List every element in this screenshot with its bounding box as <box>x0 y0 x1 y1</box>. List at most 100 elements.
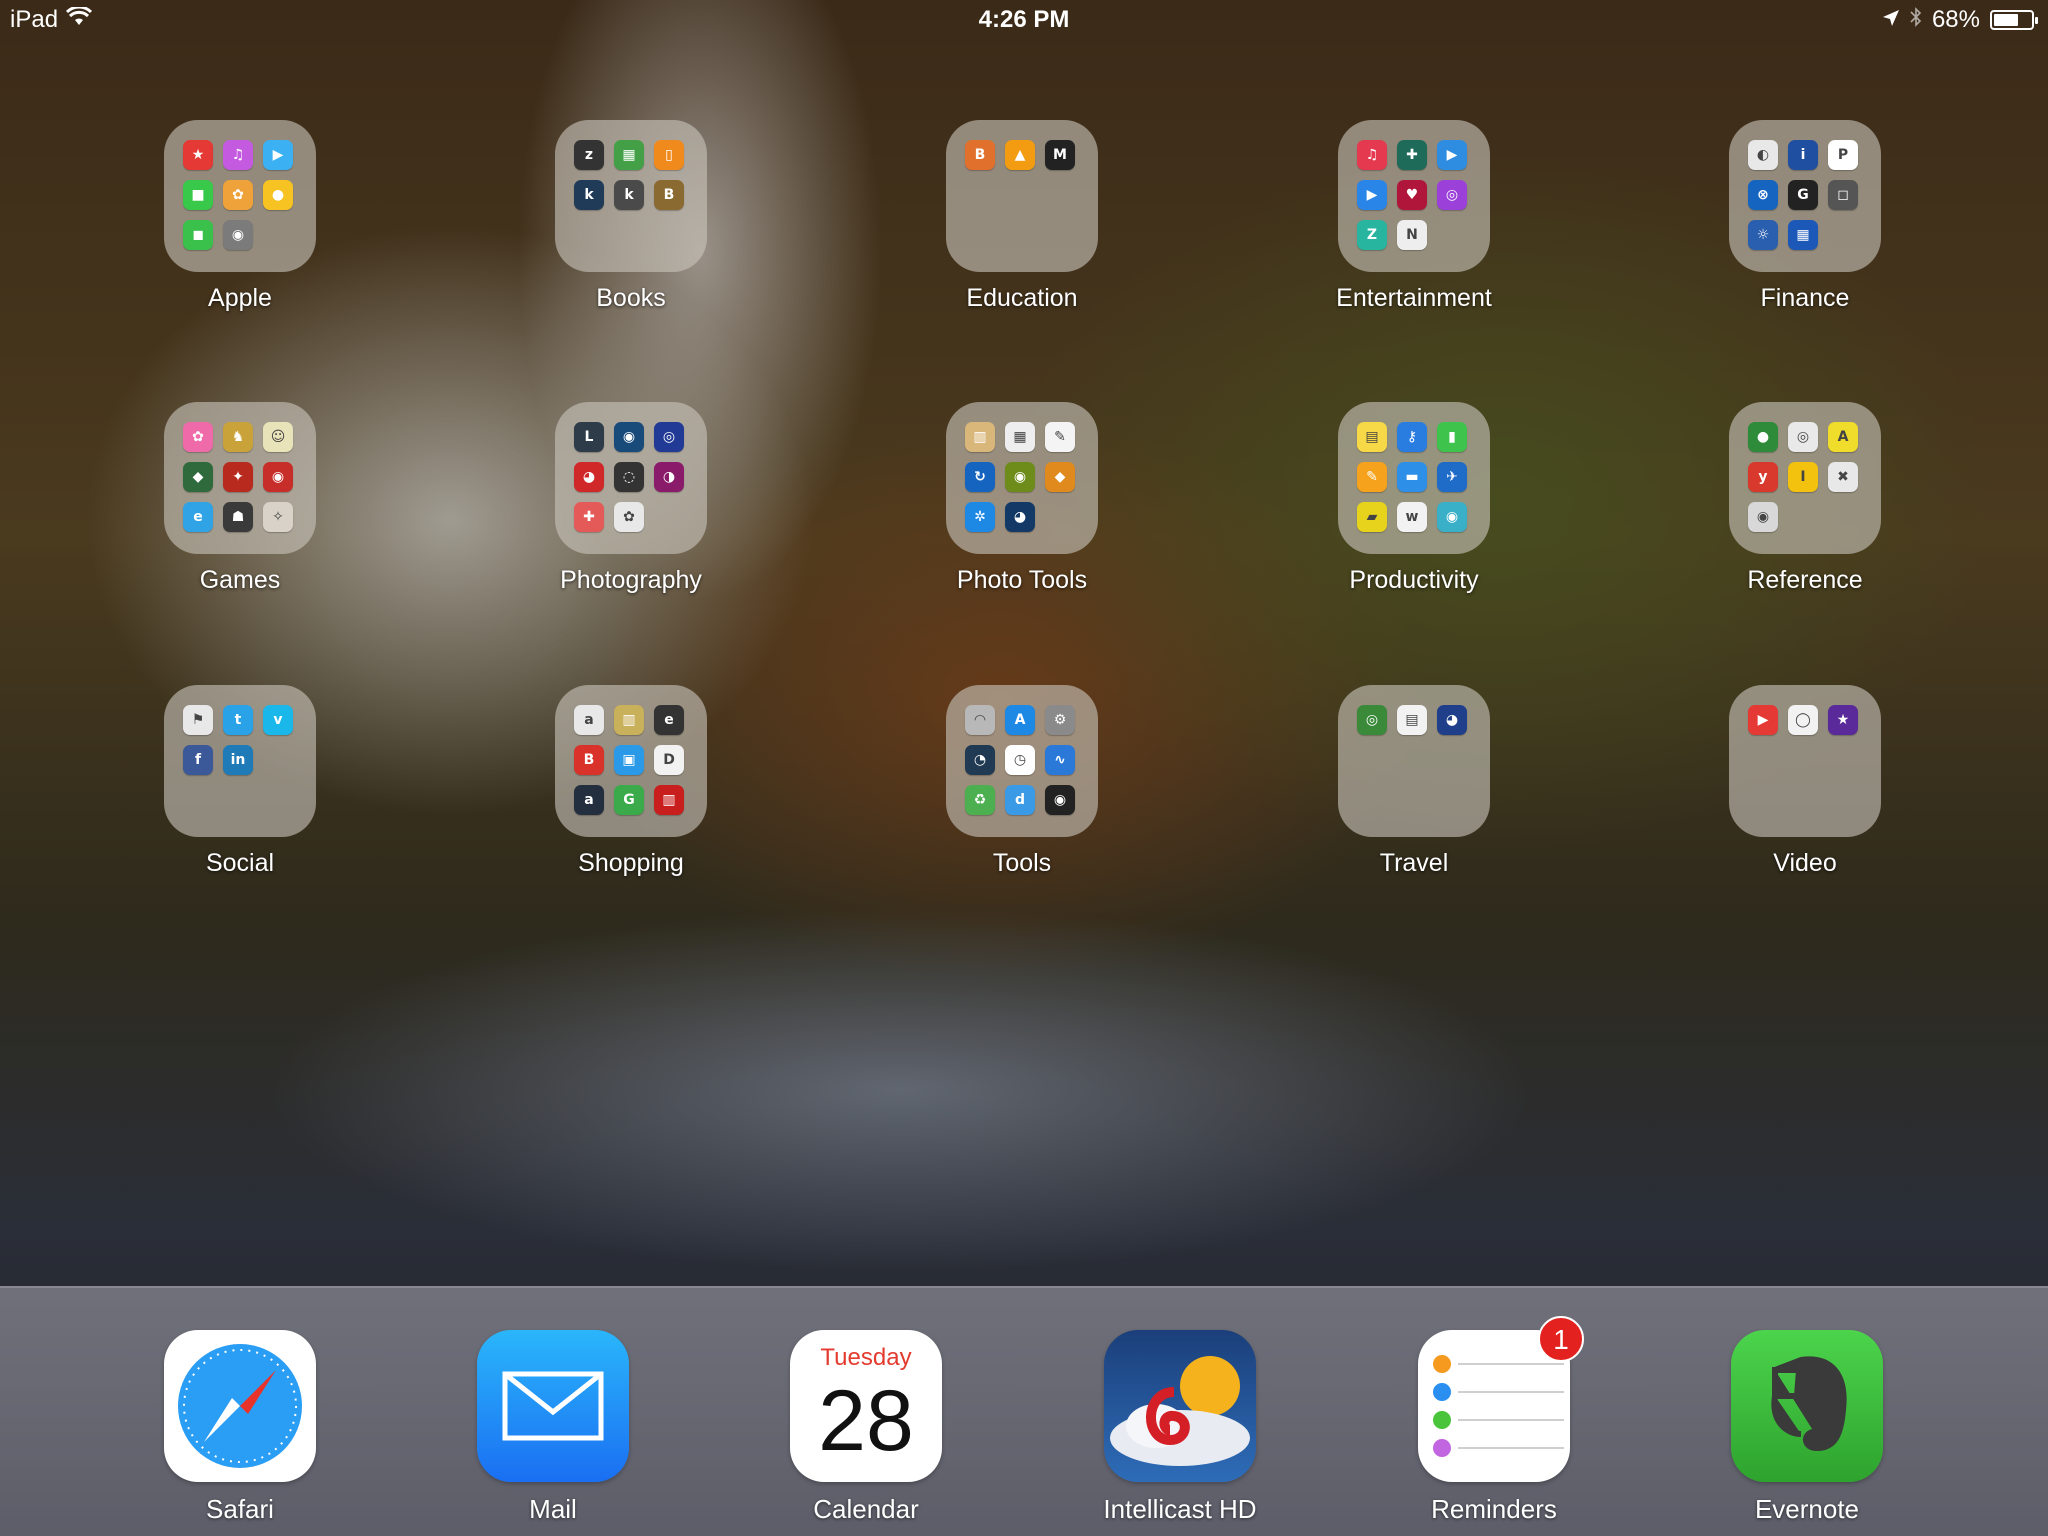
dock-app-calendar[interactable]: Tuesday 28 Calendar <box>790 1330 942 1530</box>
app-icon: v <box>263 705 293 735</box>
app-icon: ✈ <box>1437 462 1467 492</box>
folder-books[interactable]: z ▦ ▯ k k B Books <box>519 120 719 320</box>
app-icon: ↻ <box>965 462 995 492</box>
folder-productivity[interactable]: ▤ ⚷ ▮ ✎ ▬ ✈ ▰ w ◉ Productivity <box>1302 402 1502 602</box>
app-icon: ▯ <box>654 140 684 170</box>
app-icon: ◉ <box>223 220 253 250</box>
app-icon: ♫ <box>223 140 253 170</box>
dock-app-reminders[interactable]: 1 Reminders <box>1418 1316 1584 1530</box>
app-icon: ◑ <box>654 462 684 492</box>
folder-preview: a ▥ e B ▣ Da G ▥ <box>555 685 707 837</box>
app-icon: ◉ <box>1748 502 1778 532</box>
folder-photography[interactable]: L ◉ ◎ ◕ ◌ ◑ ✚ ✿ Photography <box>519 402 719 602</box>
app-icon: in <box>223 745 253 775</box>
app-icon: ♥ <box>1397 180 1427 210</box>
dock-app-intellicast[interactable]: Intellicast HD <box>1103 1330 1257 1530</box>
folder-preview: ● ◎ Ay I ✖ ◉ <box>1729 402 1881 554</box>
dock-app-evernote[interactable]: Evernote <box>1731 1330 1883 1530</box>
app-icon: ▥ <box>614 705 644 735</box>
app-icon: ✚ <box>574 502 604 532</box>
app-icon: ✎ <box>1357 462 1387 492</box>
app-icon: ☺ <box>263 422 293 452</box>
app-icon: ◕ <box>574 462 604 492</box>
folder-games[interactable]: ✿ ♞ ☺ ◆ ✦ ◉ e ☗ ✧ Games <box>128 402 328 602</box>
folder-preview: ✿ ♞ ☺ ◆ ✦ ◉ e ☗ ✧ <box>164 402 316 554</box>
app-icon: k <box>614 180 644 210</box>
app-icon: ◕ <box>1005 502 1035 532</box>
folder-tools[interactable]: ◠ A ⚙ ◔ ◷ ∿ ♻ d ◉ Tools <box>910 685 1110 885</box>
folder-preview: ♫ ✚ ▶ ▶ ♥ ◎ Z N <box>1338 120 1490 272</box>
app-icon: ✎ <box>1045 422 1075 452</box>
app-icon: ◎ <box>1788 422 1818 452</box>
folder-label: Travel <box>1379 849 1449 877</box>
app-icon: k <box>574 180 604 210</box>
folder-reference[interactable]: ● ◎ Ay I ✖ ◉ Reference <box>1693 402 1893 602</box>
app-icon: ▰ <box>1357 502 1387 532</box>
app-icon: i <box>1788 140 1818 170</box>
app-icon: Z <box>1357 220 1387 250</box>
dock-label-mail: Mail <box>529 1494 577 1524</box>
app-icon: ⚷ <box>1397 422 1427 452</box>
notification-badge: 1 <box>1538 1316 1584 1362</box>
folder-entertainment[interactable]: ♫ ✚ ▶ ▶ ♥ ◎ Z N Entertainment <box>1302 120 1502 320</box>
app-icon: ✿ <box>614 502 644 532</box>
folder-label: Books <box>596 284 666 312</box>
folder-label: Reference <box>1747 566 1863 594</box>
app-icon: ▲ <box>1005 140 1035 170</box>
app-icon: e <box>183 502 213 532</box>
app-icon: ▤ <box>1397 705 1427 735</box>
folder-preview: ◎ ▤ ◕ <box>1338 685 1490 837</box>
folder-apple[interactable]: ★ ♫ ▶ ■ ✿ ● ◼ ◉ Apple <box>128 120 328 320</box>
app-icon: ◉ <box>1437 502 1467 532</box>
folder-preview: ▤ ⚷ ▮ ✎ ▬ ✈ ▰ w ◉ <box>1338 402 1490 554</box>
folder-label: Photo Tools <box>956 566 1088 594</box>
folder-label: Photography <box>560 566 702 594</box>
elephant-icon <box>1731 1330 1883 1482</box>
app-icon: ⊗ <box>1748 180 1778 210</box>
app-icon: ◔ <box>965 745 995 775</box>
folder-video[interactable]: ▶ ◯ ★ Video <box>1693 685 1893 885</box>
folder-preview: ◐ i P ⊗ G ◻ ☼ ▦ <box>1729 120 1881 272</box>
dock-app-mail[interactable]: Mail <box>477 1330 629 1530</box>
app-icon: y <box>1748 462 1778 492</box>
app-icon: f <box>183 745 213 775</box>
app-icon: B <box>654 180 684 210</box>
folder-education[interactable]: B ▲ M Education <box>910 120 1110 320</box>
app-icon: ◎ <box>654 422 684 452</box>
app-icon: ◠ <box>965 705 995 735</box>
folder-travel[interactable]: ◎ ▤ ◕ Travel <box>1302 685 1502 885</box>
app-icon: ◉ <box>263 462 293 492</box>
app-icon: ✦ <box>223 462 253 492</box>
folder-label: Productivity <box>1349 566 1479 594</box>
app-icon: ⚑ <box>183 705 213 735</box>
app-icon: ◐ <box>1748 140 1778 170</box>
dock: Safari Mail Tuesday 28 Calendar Intellic… <box>0 1286 2048 1536</box>
app-icon: I <box>1788 462 1818 492</box>
dock-label-evernote: Evernote <box>1754 1494 1860 1524</box>
safari-icon <box>164 1330 316 1482</box>
folder-label: Entertainment <box>1336 284 1492 312</box>
folder-social[interactable]: ⚑ t v f in Social <box>128 685 328 885</box>
dock-label-safari: Safari <box>206 1494 274 1524</box>
app-icon: ▶ <box>1748 705 1778 735</box>
folder-preview: ★ ♫ ▶ ■ ✿ ● ◼ ◉ <box>164 120 316 272</box>
app-icon: ▥ <box>654 785 684 815</box>
app-icon: ◆ <box>183 462 213 492</box>
folder-preview: L ◉ ◎ ◕ ◌ ◑ ✚ ✿ <box>555 402 707 554</box>
dock-app-safari[interactable]: Safari <box>164 1330 316 1530</box>
app-icon: ∿ <box>1045 745 1075 775</box>
folder-label: Video <box>1773 849 1837 877</box>
folder-finance[interactable]: ◐ i P ⊗ G ◻ ☼ ▦ Finance <box>1693 120 1893 320</box>
app-icon: ◻ <box>1828 180 1858 210</box>
folder-photo-tools[interactable]: ▥ ▦ ✎ ↻ ◉ ◆ ✲ ◕ Photo Tools <box>910 402 1110 602</box>
app-icon: P <box>1828 140 1858 170</box>
app-icon: ◉ <box>1005 462 1035 492</box>
app-icon: e <box>654 705 684 735</box>
app-icon: A <box>1005 705 1035 735</box>
app-icon: B <box>965 140 995 170</box>
app-icon: ▶ <box>1437 140 1467 170</box>
folder-shopping[interactable]: a ▥ e B ▣ Da G ▥ Shopping <box>519 685 719 885</box>
app-icon: ● <box>1748 422 1778 452</box>
app-icon: ♞ <box>223 422 253 452</box>
mail-icon <box>477 1330 629 1482</box>
